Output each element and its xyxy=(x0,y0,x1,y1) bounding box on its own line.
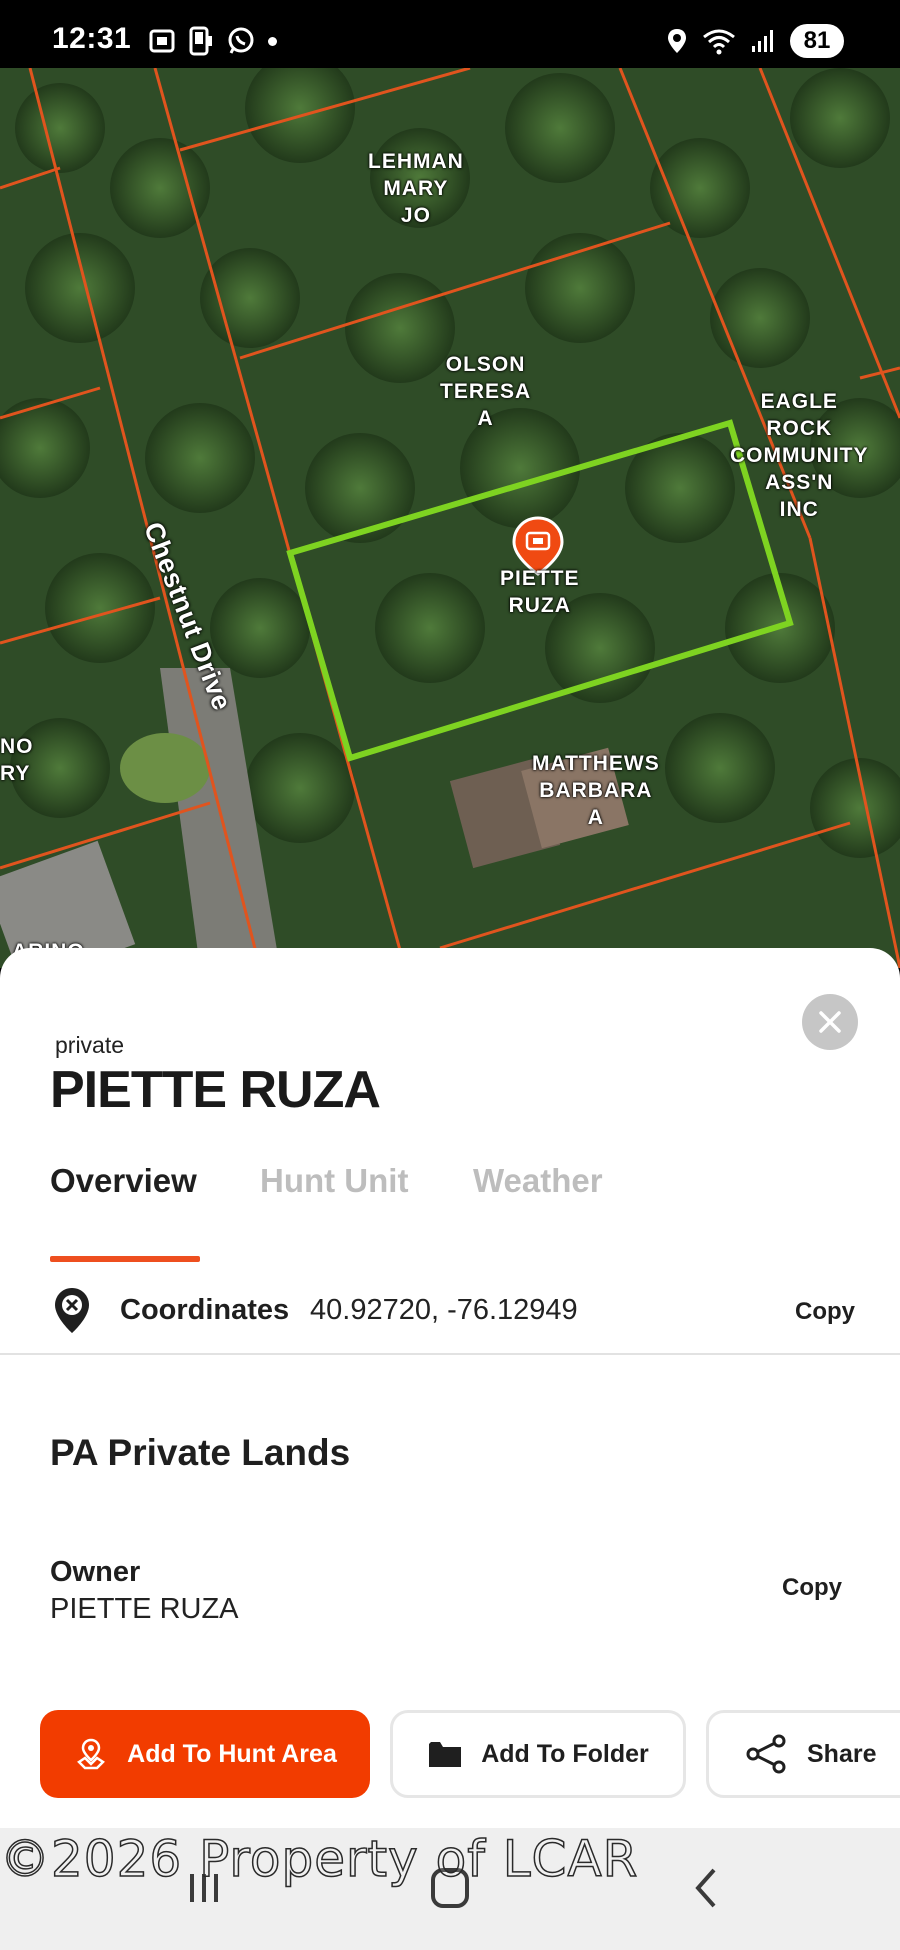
active-tab-indicator xyxy=(50,1256,200,1262)
copy-coordinates-button[interactable]: Copy xyxy=(795,1298,855,1326)
share-button[interactable]: Share xyxy=(706,1710,900,1798)
signal-icon xyxy=(752,30,773,52)
whatsapp-icon xyxy=(228,27,254,54)
tab-hunt-unit[interactable]: Hunt Unit xyxy=(260,1162,408,1200)
location-pin-icon xyxy=(55,1288,89,1333)
owner-value: PIETTE RUZA xyxy=(50,1593,239,1625)
parcel-label-matthews[interactable]: MATTHEWS BARBARA A xyxy=(532,750,660,831)
parcel-label-partial-left[interactable]: NO RY xyxy=(0,733,34,787)
battery-indicator: 81 xyxy=(790,24,844,58)
divider xyxy=(0,1353,900,1355)
satellite-map[interactable]: LEHMAN MARY JO OLSON TERESA A EAGLE ROCK… xyxy=(0,68,900,968)
add-to-hunt-area-button[interactable]: Add To Hunt Area xyxy=(40,1710,370,1798)
parcel-label-selected[interactable]: PIETTE RUZA xyxy=(500,565,580,619)
folder-icon xyxy=(429,1742,462,1767)
notification-dot xyxy=(268,36,277,46)
add-to-folder-button[interactable]: Add To Folder xyxy=(390,1710,686,1798)
parcel-label-lehman[interactable]: LEHMAN MARY JO xyxy=(368,148,464,229)
tab-weather[interactable]: Weather xyxy=(473,1162,603,1200)
screenshot-icon xyxy=(149,29,175,53)
owner-label: Owner xyxy=(50,1556,141,1588)
copy-owner-button[interactable]: Copy xyxy=(782,1574,842,1602)
back-icon[interactable] xyxy=(686,1866,730,1910)
section-title: PA Private Lands xyxy=(50,1432,351,1473)
parcel-title: PIETTE RUZA xyxy=(50,1061,381,1119)
status-time: 12:31 xyxy=(52,22,132,55)
close-icon xyxy=(819,1011,841,1033)
add-to-folder-label: Add To Folder xyxy=(481,1739,649,1768)
tab-overview[interactable]: Overview xyxy=(50,1162,197,1200)
coordinates-row: Coordinates 40.92720, -76.12949 Copy xyxy=(0,1280,900,1354)
phone-icon xyxy=(189,26,212,56)
status-icons-left xyxy=(148,26,277,56)
coordinates-value: 40.92720, -76.12949 xyxy=(310,1294,578,1326)
hunt-area-icon xyxy=(77,1738,106,1770)
location-icon xyxy=(668,29,686,53)
add-to-hunt-area-label: Add To Hunt Area xyxy=(127,1739,337,1768)
close-button[interactable] xyxy=(802,994,858,1050)
watermark: ©2026 Property of LCAR xyxy=(0,1829,639,1889)
status-bar: 12:31 81 xyxy=(0,0,900,68)
share-icon xyxy=(746,1734,786,1774)
status-icons-right: 81 xyxy=(666,24,844,58)
wifi-icon xyxy=(703,29,735,55)
ownership-type: private xyxy=(55,1032,125,1058)
parcel-label-olson[interactable]: OLSON TERESA A xyxy=(440,351,531,432)
share-label: Share xyxy=(807,1739,877,1768)
coordinates-label: Coordinates xyxy=(120,1294,290,1326)
parcel-label-eagle-rock[interactable]: EAGLE ROCK COMMUNITY ASS'N INC xyxy=(730,388,869,523)
